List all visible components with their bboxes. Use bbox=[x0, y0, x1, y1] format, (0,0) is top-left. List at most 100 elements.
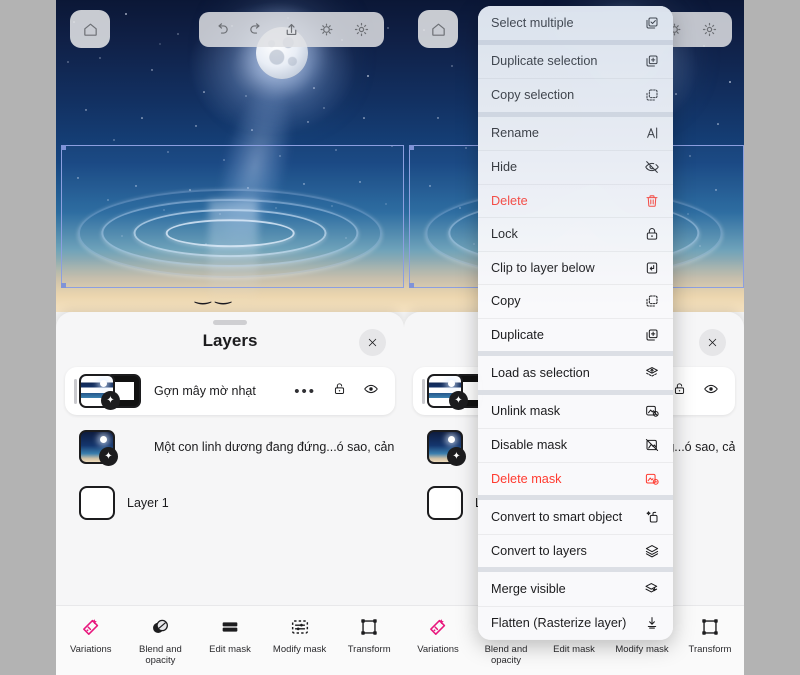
settings-button[interactable] bbox=[352, 20, 371, 39]
menu-item-hide[interactable]: Hide bbox=[478, 150, 673, 184]
menu-item-clip-to-layer-below[interactable]: Clip to layer below bbox=[478, 250, 673, 285]
tool-label: Blend and opacity bbox=[484, 644, 528, 666]
menu-item-label: Duplicate selection bbox=[491, 54, 598, 69]
menu-item-label: Duplicate bbox=[491, 327, 544, 342]
layer-name: Layer 1 bbox=[127, 496, 169, 510]
menu-group: Duplicate selection Copy selection bbox=[478, 39, 673, 112]
layer-name: Gợn mây mờ nhạt bbox=[154, 384, 256, 398]
eye-icon bbox=[364, 384, 378, 393]
menu-item-label: Unlink mask bbox=[491, 404, 561, 419]
settings-gear-icon bbox=[702, 22, 717, 37]
tool-transform[interactable]: Transform bbox=[336, 614, 402, 656]
layer-visibility-button[interactable] bbox=[703, 381, 719, 402]
home-button[interactable] bbox=[70, 10, 110, 48]
menu-item-copy-selection[interactable]: Copy selection bbox=[478, 78, 673, 112]
unlink-mask-icon bbox=[643, 403, 660, 420]
tool-variations[interactable]: Variations bbox=[405, 614, 471, 656]
menu-item-convert-to-smart-object[interactable]: Convert to smart object bbox=[478, 500, 673, 534]
menu-group: Merge visible Flatten (Rasterize layer) bbox=[478, 567, 673, 639]
row-selection-indicator bbox=[422, 379, 425, 404]
layer-lock-button[interactable] bbox=[332, 381, 347, 401]
rename-icon bbox=[643, 125, 660, 142]
menu-item-flatten[interactable]: Flatten (Rasterize layer) bbox=[478, 605, 673, 640]
menu-item-label: Delete mask bbox=[491, 471, 562, 486]
tool-label: Edit mask bbox=[209, 644, 251, 655]
redo-button[interactable] bbox=[247, 20, 266, 39]
menu-item-unlink-mask[interactable]: Unlink mask bbox=[478, 395, 673, 429]
duplicate-selection-icon bbox=[643, 53, 660, 70]
menu-item-convert-to-layers[interactable]: Convert to layers bbox=[478, 533, 673, 568]
transform-icon bbox=[677, 614, 743, 640]
menu-group: Load as selection bbox=[478, 351, 673, 390]
menu-item-rename[interactable]: Rename bbox=[478, 117, 673, 151]
smart-object-icon bbox=[643, 508, 660, 525]
tool-modify-mask[interactable]: Modify mask bbox=[267, 614, 333, 656]
menu-item-label: Load as selection bbox=[491, 365, 590, 380]
undo-icon bbox=[218, 23, 228, 34]
menu-item-label: Rename bbox=[491, 126, 539, 141]
menu-group: Select multiple bbox=[478, 6, 673, 40]
unlock-icon bbox=[334, 383, 345, 394]
screen-root: ‿‿ Layers ✦ Gợn mây mờ nhạt ••• ✦ Một co… bbox=[0, 0, 800, 675]
layer-thumbnail-group[interactable]: ✦ bbox=[79, 374, 142, 410]
menu-item-label: Convert to layers bbox=[491, 543, 587, 558]
menu-item-select-multiple[interactable]: Select multiple bbox=[478, 6, 673, 40]
menu-item-merge-visible[interactable]: Merge visible bbox=[478, 572, 673, 606]
close-icon bbox=[368, 338, 377, 347]
disable-mask-icon bbox=[643, 437, 660, 454]
layers-icon bbox=[643, 542, 660, 559]
menu-item-label: Flatten (Rasterize layer) bbox=[491, 615, 627, 630]
menu-item-duplicate-selection[interactable]: Duplicate selection bbox=[478, 45, 673, 79]
layer-context-menu[interactable]: Select multiple Duplicate selection Copy… bbox=[478, 6, 673, 640]
tool-label: Variations bbox=[70, 644, 112, 655]
settings-button[interactable] bbox=[700, 20, 719, 39]
close-button[interactable] bbox=[359, 329, 386, 356]
menu-item-disable-mask[interactable]: Disable mask bbox=[478, 428, 673, 462]
layer-lock-button[interactable] bbox=[672, 381, 687, 401]
tool-transform[interactable]: Transform bbox=[677, 614, 743, 656]
menu-item-label: Lock bbox=[491, 227, 518, 242]
tool-blend-opacity[interactable]: Blend and opacity bbox=[127, 614, 193, 667]
layer-visibility-button[interactable] bbox=[363, 381, 379, 402]
menu-item-delete-mask[interactable]: Delete mask bbox=[478, 461, 673, 496]
table-row[interactable]: ✦ Một con linh dương đang đứng...ó sao, … bbox=[65, 423, 395, 471]
undo-button[interactable] bbox=[212, 20, 231, 39]
trash-icon bbox=[643, 192, 660, 209]
menu-item-copy[interactable]: Copy bbox=[478, 284, 673, 318]
tool-edit-mask[interactable]: Edit mask bbox=[197, 614, 263, 656]
copy-selection-icon bbox=[643, 87, 660, 104]
ideas-button[interactable] bbox=[317, 20, 336, 39]
menu-item-duplicate[interactable]: Duplicate bbox=[478, 317, 673, 352]
layer-more-button[interactable]: ••• bbox=[294, 384, 316, 399]
hide-eye-icon bbox=[643, 159, 660, 176]
close-button[interactable] bbox=[699, 329, 726, 356]
layer-name: Một con linh dương đang đứng...ó sao, cả… bbox=[154, 440, 395, 454]
tool-variations[interactable]: Variations bbox=[58, 614, 124, 656]
menu-group: Unlink mask Disable mask Delete mask bbox=[478, 389, 673, 496]
menu-item-delete[interactable]: Delete bbox=[478, 183, 673, 218]
menu-item-load-as-selection[interactable]: Load as selection bbox=[478, 356, 673, 390]
selection-marquee[interactable] bbox=[61, 145, 404, 288]
bottom-toolbar-left: Variations Blend and opacity Edit mask M… bbox=[56, 605, 404, 675]
tool-label: Modify mask bbox=[615, 644, 669, 655]
home-button[interactable] bbox=[418, 10, 458, 48]
tool-label: Transform bbox=[347, 644, 391, 655]
close-icon bbox=[708, 338, 717, 347]
smart-object-badge: ✦ bbox=[449, 391, 468, 410]
tool-label: Blend and opacity bbox=[138, 644, 182, 666]
share-button[interactable] bbox=[282, 20, 301, 39]
menu-item-label: Convert to smart object bbox=[491, 509, 623, 524]
table-row[interactable]: Layer 1 bbox=[65, 479, 395, 527]
canvas-left[interactable]: ‿‿ bbox=[56, 0, 404, 312]
layer-thumbnail-group[interactable]: ✦ bbox=[79, 430, 142, 466]
lightbulb-icon bbox=[320, 23, 333, 36]
menu-item-label: Delete bbox=[491, 193, 528, 208]
table-row[interactable]: ✦ Gợn mây mờ nhạt ••• bbox=[65, 367, 395, 415]
redo-icon bbox=[250, 23, 260, 34]
menu-item-label: Copy selection bbox=[491, 88, 575, 103]
settings-gear-icon bbox=[354, 22, 369, 37]
page-title: Layers bbox=[202, 331, 258, 350]
canvas-toolbar[interactable] bbox=[199, 12, 384, 47]
menu-item-lock[interactable]: Lock bbox=[478, 217, 673, 251]
edit-mask-icon bbox=[197, 614, 263, 640]
